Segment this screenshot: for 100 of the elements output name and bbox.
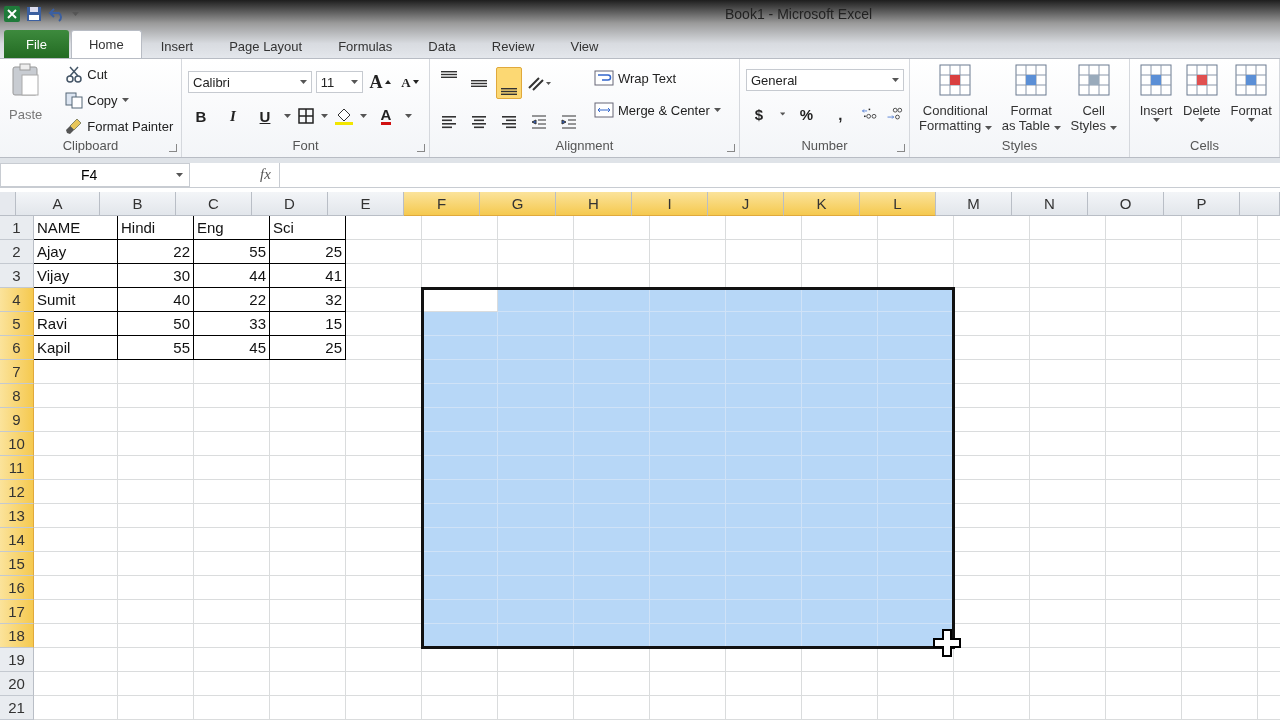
column-header[interactable]: J [708,192,784,216]
table-grid-icon [1234,63,1269,97]
column-header[interactable]: A [16,192,100,216]
table-grid-icon [1184,63,1219,97]
format-as-table-button[interactable]: Format as Table [998,63,1064,137]
row-header[interactable]: 8 [0,384,34,408]
row-header[interactable]: 15 [0,552,34,576]
table-cell: Kapil [34,336,118,360]
column-header[interactable]: P [1164,192,1240,216]
ribbon-tab[interactable]: Formulas [321,34,410,58]
table-cell: 33 [194,312,270,336]
row-header[interactable]: 17 [0,600,34,624]
column-header[interactable]: C [176,192,252,216]
indent-icon [560,113,578,131]
row-header[interactable]: 12 [0,480,34,504]
table-cell: 25 [270,240,346,264]
group-label: Alignment [554,137,615,155]
column-header[interactable]: M [936,192,1012,216]
bold-button[interactable]: B [188,103,214,129]
currency-button[interactable]: $ [746,101,772,127]
row-header[interactable]: 21 [0,696,34,720]
row-header[interactable]: 4 [0,288,34,312]
paste-button[interactable]: Paste [6,63,46,137]
font-size-field[interactable]: 11 [315,71,363,93]
wrap-text-button[interactable]: Wrap Text [592,67,723,89]
italic-button[interactable]: I [220,103,246,129]
row-header[interactable]: 19 [0,648,34,672]
comma-button[interactable]: , [827,101,854,127]
conditional-formatting-button[interactable]: Conditional Formatting [916,63,995,137]
text-orientation-icon [526,74,552,92]
column-header[interactable]: E [328,192,404,216]
insert-function-label[interactable]: fx [260,166,271,183]
row-header[interactable]: 3 [0,264,34,288]
table-grid-icon [1076,63,1111,97]
insert-cells-button[interactable]: Insert [1136,63,1176,137]
table-cell: Hindi [118,216,194,240]
row-header[interactable]: 7 [0,360,34,384]
row-header[interactable]: 1 [0,216,34,240]
table-cell: 50 [118,312,194,336]
row-header[interactable]: 20 [0,672,34,696]
ribbon-tab[interactable]: Data [411,34,473,58]
row-header[interactable]: 2 [0,240,34,264]
column-header[interactable]: O [1088,192,1164,216]
table-cell: 22 [118,240,194,264]
name-box[interactable]: F4 [0,162,190,187]
caret-icon [713,108,721,112]
ribbon-tab[interactable]: Page Layout [212,34,320,58]
column-header[interactable]: G [480,192,556,216]
copy-button[interactable]: Copy [63,89,176,111]
table-cell: Ajay [34,240,118,264]
ribbon-tab[interactable]: Home [70,30,142,58]
row-header[interactable]: 5 [0,312,34,336]
indent-icon [530,113,548,131]
grow-font-button[interactable]: A [367,69,393,95]
row-header[interactable]: 13 [0,504,34,528]
decrease-decimal-icon [886,105,903,123]
align-lines-icon [470,113,488,131]
row-header[interactable]: 10 [0,432,34,456]
column-header[interactable]: N [1012,192,1088,216]
table-cell: 30 [118,264,194,288]
table-grid-icon [938,63,973,97]
number-format-field[interactable]: General [746,69,904,91]
align-lines-icon [471,79,487,87]
align-lines-icon [441,71,457,78]
column-header[interactable]: D [252,192,328,216]
column-header[interactable]: F [404,192,480,216]
underline-button[interactable]: U [252,103,278,129]
format-cells-button[interactable]: Format [1227,63,1275,137]
shrink-font-button[interactable]: A [397,69,423,95]
merge-cells-icon [594,101,614,119]
column-header[interactable]: K [784,192,860,216]
column-header[interactable]: I [632,192,708,216]
align-bottom-button[interactable] [496,67,522,99]
ribbon-tab[interactable]: Review [474,34,552,58]
row-header[interactable]: 18 [0,624,34,648]
ribbon-tab[interactable]: View [553,34,616,58]
table-grid-icon [1014,63,1049,97]
delete-cells-button[interactable]: Delete [1180,63,1224,137]
column-header[interactable]: B [100,192,176,216]
row-header[interactable]: 16 [0,576,34,600]
ribbon-tab[interactable]: File [4,30,69,58]
cut-button[interactable]: Cut [63,63,176,85]
row-header[interactable]: 14 [0,528,34,552]
cell-styles-button[interactable]: Cell Styles [1067,63,1120,137]
caret-icon [1247,118,1255,122]
font-name-field[interactable]: Calibri [188,71,312,93]
align-lines-icon [501,88,517,95]
group-label: Number [800,137,849,155]
row-header[interactable]: 6 [0,336,34,360]
ribbon-tab[interactable]: Insert [143,34,211,58]
column-header[interactable]: H [556,192,632,216]
caret-icon [72,12,79,16]
row-header[interactable]: 11 [0,456,34,480]
column-header[interactable]: L [860,192,936,216]
merge-center-button[interactable]: Merge & Center [592,99,723,121]
percent-button[interactable]: % [793,101,820,127]
caret-icon [405,114,412,118]
format-painter-button[interactable]: Format Painter [63,115,176,137]
font-color-button[interactable]: A [373,103,399,129]
row-header[interactable]: 9 [0,408,34,432]
